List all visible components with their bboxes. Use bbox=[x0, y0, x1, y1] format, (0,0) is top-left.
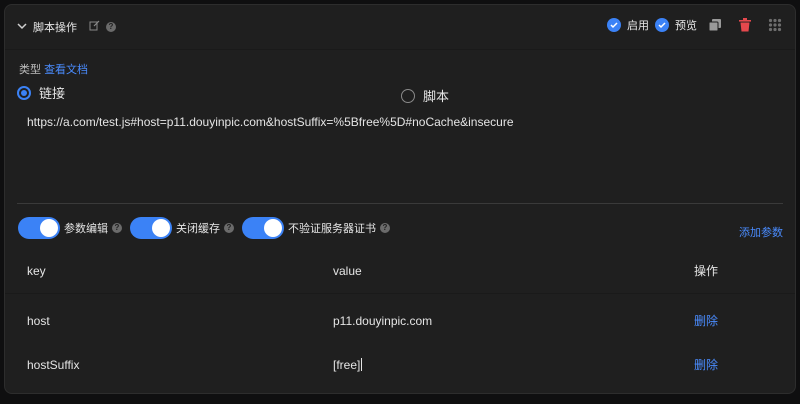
disable-cache-label: 关闭缓存 bbox=[176, 223, 220, 235]
help-icon[interactable]: ? bbox=[380, 223, 390, 233]
insecure-label: 不验证服务器证书 bbox=[288, 223, 376, 235]
insecure-switch[interactable] bbox=[242, 217, 284, 239]
radio-unselected-icon bbox=[401, 88, 415, 103]
help-icon[interactable]: ? bbox=[112, 223, 122, 233]
chevron-down-icon[interactable] bbox=[17, 21, 27, 34]
row-delete-button[interactable]: 删除 bbox=[694, 343, 718, 387]
header-value: value bbox=[333, 264, 362, 278]
enable-label: 启用 bbox=[627, 20, 649, 32]
script-operation-panel: 脚本操作 ? 启用 预览 类型 查看文档 链接 脚本 https://a.com… bbox=[4, 4, 796, 394]
help-icon[interactable]: ? bbox=[106, 22, 116, 32]
radio-link-label: 链接 bbox=[39, 86, 66, 101]
delete-icon[interactable] bbox=[737, 17, 753, 33]
radio-script-label: 脚本 bbox=[423, 89, 450, 104]
table-row: hostSuffix [free] 删除 bbox=[5, 343, 795, 387]
radio-selected-icon bbox=[17, 85, 31, 100]
type-row: 类型 查看文档 bbox=[19, 61, 88, 77]
add-param-button[interactable]: 添加参数 bbox=[739, 224, 783, 240]
row-value: [free] bbox=[333, 358, 361, 372]
toggle-insecure[interactable]: 不验证服务器证书 ? bbox=[242, 217, 390, 239]
row-delete-button[interactable]: 删除 bbox=[694, 299, 718, 343]
panel-title: 脚本操作 bbox=[33, 22, 77, 34]
table-row: host p11.douyinpic.com 删除 bbox=[5, 299, 795, 343]
radio-link[interactable]: 链接 bbox=[17, 83, 65, 102]
header-key: key bbox=[27, 264, 46, 278]
enable-checkbox[interactable] bbox=[607, 18, 621, 32]
row-key[interactable]: hostSuffix bbox=[27, 343, 79, 387]
toggle-param-edit[interactable]: 参数编辑 ? bbox=[18, 217, 122, 239]
divider bbox=[17, 203, 783, 204]
help-icon[interactable]: ? bbox=[224, 223, 234, 233]
row-value[interactable]: p11.douyinpic.com bbox=[333, 299, 432, 343]
edit-icon[interactable] bbox=[89, 20, 100, 34]
drag-handle-icon[interactable] bbox=[767, 17, 783, 33]
row-value-field[interactable]: [free] bbox=[333, 343, 363, 387]
header-action: 操作 bbox=[694, 264, 719, 278]
disable-cache-switch[interactable] bbox=[130, 217, 172, 239]
preview-label: 预览 bbox=[675, 20, 697, 32]
radio-script[interactable]: 脚本 bbox=[401, 86, 449, 105]
type-label: 类型 bbox=[19, 64, 41, 76]
panel-header: 脚本操作 ? 启用 预览 bbox=[5, 5, 795, 50]
row-key[interactable]: host bbox=[27, 299, 50, 343]
toggle-row: 参数编辑 ? 关闭缓存 ? 不验证服务器证书 ? bbox=[18, 217, 398, 239]
param-edit-switch[interactable] bbox=[18, 217, 60, 239]
url-textarea[interactable]: https://a.com/test.js#host=p11.douyinpic… bbox=[27, 115, 514, 129]
docs-link[interactable]: 查看文档 bbox=[44, 64, 88, 76]
toggle-disable-cache[interactable]: 关闭缓存 ? bbox=[130, 217, 234, 239]
param-edit-label: 参数编辑 bbox=[64, 223, 108, 235]
text-cursor bbox=[361, 358, 363, 371]
preview-checkbox[interactable] bbox=[655, 18, 669, 32]
copy-icon[interactable] bbox=[707, 17, 723, 33]
table-header: key value 操作 bbox=[5, 249, 795, 294]
